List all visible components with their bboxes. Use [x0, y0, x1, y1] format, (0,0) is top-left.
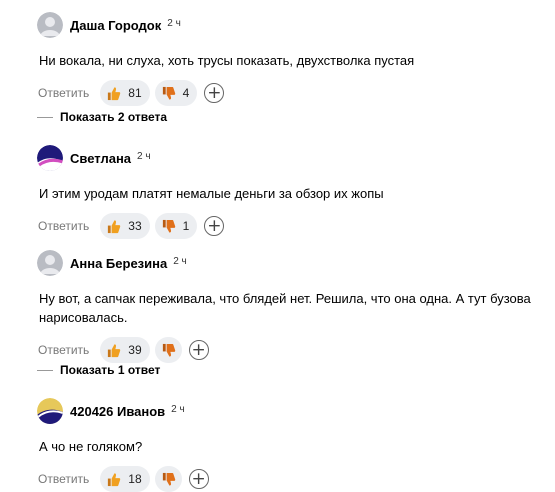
- author-name[interactable]: Светлана: [70, 151, 131, 166]
- like-button[interactable]: 81: [100, 80, 150, 106]
- comment: Анна Березина 2 ч Ну вот, а сапчак переж…: [37, 250, 545, 363]
- timestamp: 2 ч: [137, 150, 151, 162]
- show-replies-label: Показать 1 ответ: [60, 363, 161, 377]
- like-count: 33: [128, 219, 142, 233]
- comment-actions: Ответить 18 +: [37, 466, 545, 492]
- reply-button[interactable]: Ответить: [38, 86, 89, 100]
- thumbs-up-icon: [106, 343, 121, 358]
- dislike-button[interactable]: 1: [154, 213, 198, 239]
- thumbs-up-icon: [106, 472, 121, 487]
- thumbs-down-icon: [161, 343, 176, 358]
- author-name[interactable]: Анна Березина: [70, 256, 167, 271]
- avatar[interactable]: [37, 145, 63, 171]
- dislike-button[interactable]: [154, 337, 182, 363]
- comment: Даша Городок 2 ч Ни вокала, ни слуха, хо…: [37, 12, 545, 106]
- add-reaction-button[interactable]: +: [204, 216, 225, 236]
- comment-text: Ну вот, а сапчак переживала, что блядей …: [39, 291, 531, 325]
- comment-header: Анна Березина 2 ч: [37, 250, 545, 276]
- dislike-count: 1: [182, 219, 190, 233]
- reply-button[interactable]: Ответить: [38, 343, 89, 357]
- author-name[interactable]: Даша Городок: [70, 18, 161, 33]
- add-reaction-button[interactable]: +: [188, 340, 209, 360]
- comment-actions: Ответить 81 4 +: [37, 80, 545, 106]
- show-replies-button[interactable]: Показать 1 ответ: [37, 363, 160, 377]
- like-count: 81: [128, 86, 142, 100]
- like-button[interactable]: 39: [100, 337, 150, 363]
- like-button[interactable]: 33: [100, 213, 150, 239]
- divider-dash: [37, 369, 53, 371]
- dislike-button[interactable]: 4: [154, 80, 198, 106]
- like-count: 18: [128, 472, 142, 486]
- comment-header: Светлана 2 ч: [37, 145, 545, 171]
- add-reaction-button[interactable]: +: [204, 83, 225, 103]
- author-name[interactable]: 420426 Иванов: [70, 404, 165, 419]
- avatar[interactable]: [37, 12, 63, 38]
- add-reaction-button[interactable]: +: [188, 469, 209, 489]
- timestamp: 2 ч: [167, 17, 181, 29]
- show-replies-button[interactable]: Показать 2 ответа: [37, 110, 167, 124]
- like-button[interactable]: 18: [100, 466, 150, 492]
- comment-actions: Ответить 33 1 +: [37, 213, 545, 239]
- timestamp: 2 ч: [171, 403, 185, 415]
- comments-feed: Даша Городок 2 ч Ни вокала, ни слуха, хо…: [0, 0, 555, 492]
- comment-text: И этим уродам платят немалые деньги за о…: [39, 186, 384, 201]
- comment-text: Ни вокала, ни слуха, хоть трусы показать…: [39, 53, 415, 68]
- comment-actions: Ответить 39 +: [37, 337, 545, 363]
- thumbs-down-icon: [161, 472, 176, 487]
- reply-button[interactable]: Ответить: [38, 472, 89, 486]
- thumbs-up-icon: [106, 219, 121, 234]
- reply-button[interactable]: Ответить: [38, 219, 89, 233]
- comment-header: Даша Городок 2 ч: [37, 12, 545, 38]
- comment-text: А чо не голяком?: [39, 439, 143, 454]
- comment: 420426 Иванов 2 ч А чо не голяком? Ответ…: [37, 398, 545, 492]
- show-replies-label: Показать 2 ответа: [60, 110, 168, 124]
- divider-dash: [37, 116, 53, 118]
- comment: Светлана 2 ч И этим уродам платят немалы…: [37, 145, 545, 239]
- avatar[interactable]: [37, 398, 63, 424]
- dislike-count: 4: [182, 86, 190, 100]
- like-count: 39: [128, 343, 142, 357]
- comment-header: 420426 Иванов 2 ч: [37, 398, 545, 424]
- timestamp: 2 ч: [173, 255, 187, 267]
- avatar[interactable]: [37, 250, 63, 276]
- thumbs-down-icon: [161, 219, 176, 234]
- thumbs-up-icon: [106, 86, 121, 101]
- dislike-button[interactable]: [154, 466, 182, 492]
- thumbs-down-icon: [161, 86, 176, 101]
